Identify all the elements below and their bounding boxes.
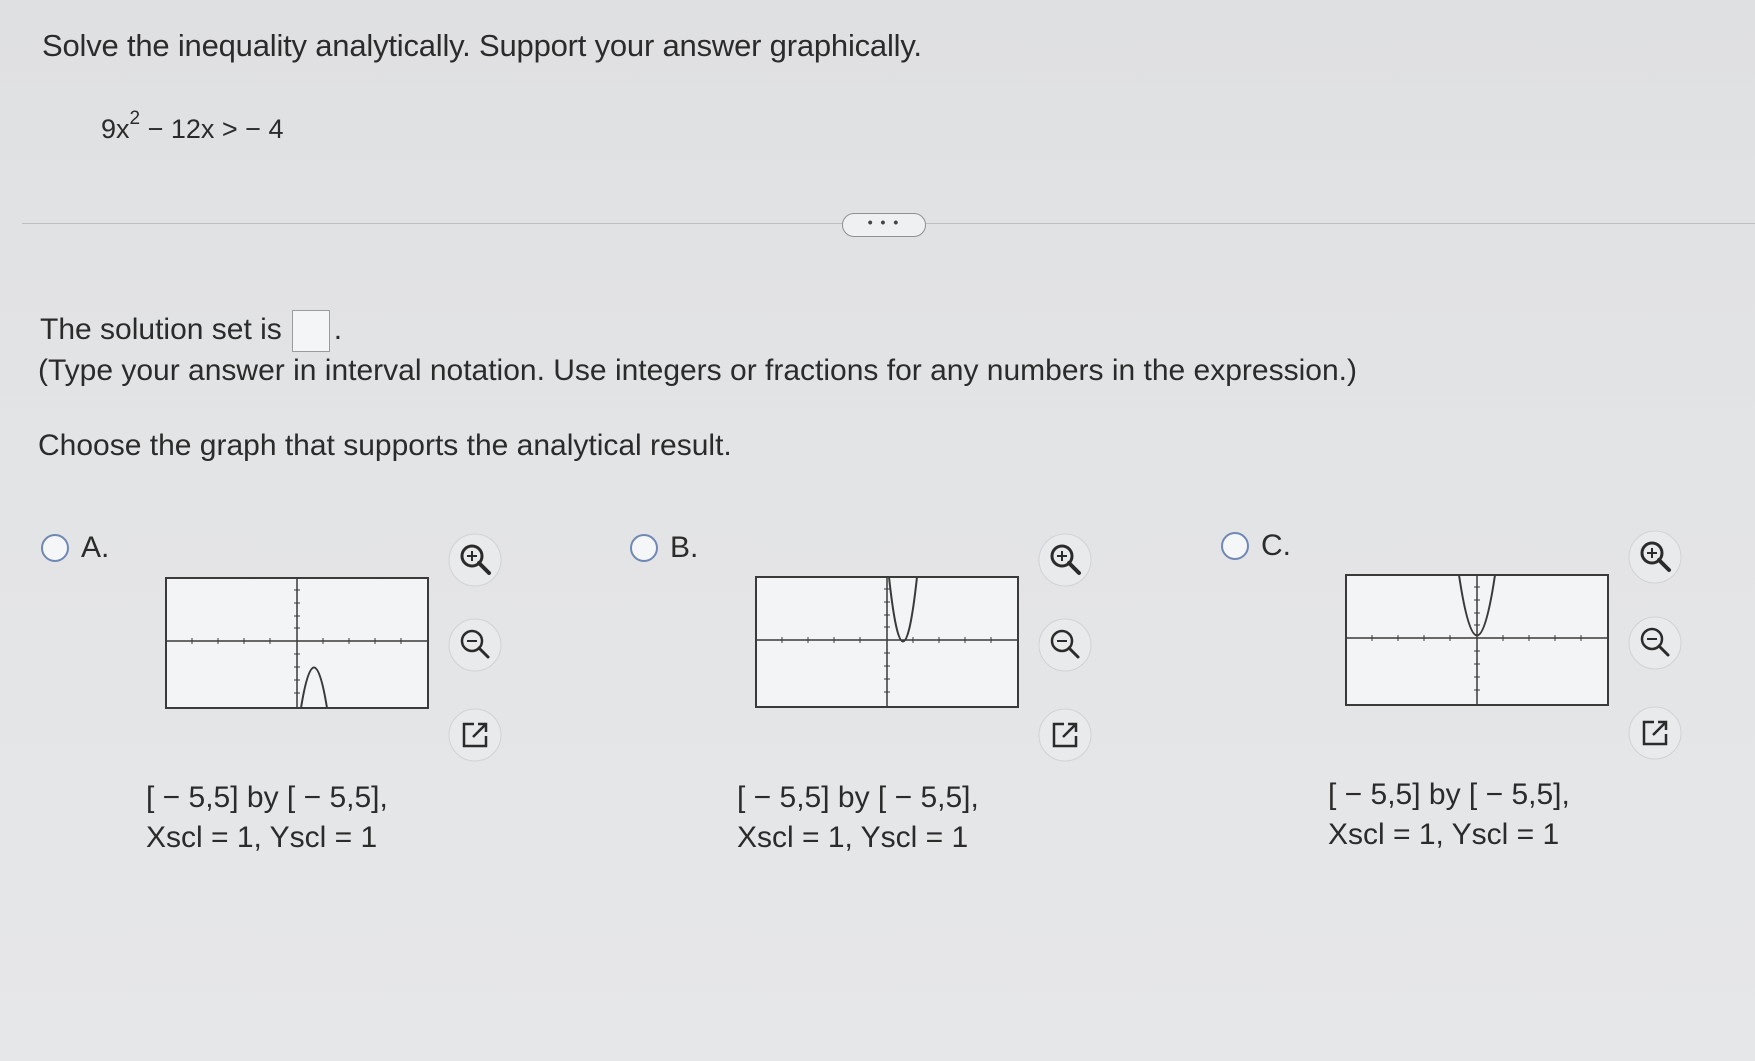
- open-external-icon[interactable]: [1037, 707, 1093, 763]
- zoom-out-icon[interactable]: [447, 617, 503, 673]
- graph-option-b[interactable]: [755, 576, 1019, 708]
- answer-input[interactable]: [291, 310, 330, 352]
- window-scale: Xscl = 1, Yscl = 1: [1328, 818, 1560, 851]
- solution-line: The solution set is.: [40, 310, 342, 352]
- window-scale: Xscl = 1, Yscl = 1: [146, 821, 378, 854]
- graph-option-a[interactable]: [165, 577, 429, 709]
- solution-period: .: [333, 312, 343, 346]
- option-a[interactable]: A.: [41, 531, 109, 565]
- window-range: [ − 5,5] by [ − 5,5],: [146, 781, 388, 814]
- equation-term: 9x: [101, 114, 130, 144]
- zoom-out-icon[interactable]: [1037, 617, 1093, 673]
- window-range: [ − 5,5] by [ − 5,5],: [737, 781, 979, 814]
- zoom-in-icon[interactable]: [1037, 532, 1093, 588]
- window-settings-b: [ − 5,5] by [ − 5,5], Xscl = 1, Yscl = 1: [737, 778, 979, 858]
- radio-option-a[interactable]: [41, 534, 69, 562]
- option-a-label: A.: [81, 531, 110, 564]
- window-settings-a: [ − 5,5] by [ − 5,5], Xscl = 1, Yscl = 1: [146, 778, 388, 858]
- zoom-out-icon[interactable]: [1627, 615, 1683, 671]
- option-c-label: C.: [1261, 529, 1291, 562]
- zoom-in-icon[interactable]: [447, 532, 503, 588]
- answer-instruction: (Type your answer in interval notation. …: [38, 354, 1357, 387]
- more-button[interactable]: • • •: [842, 213, 926, 237]
- equation-rest: − 12x > − 4: [140, 114, 284, 144]
- open-external-icon[interactable]: [1627, 705, 1683, 761]
- graph-option-c[interactable]: [1345, 574, 1609, 706]
- open-external-icon[interactable]: [447, 707, 503, 763]
- inequality: 9x2 − 12x > − 4: [101, 108, 284, 145]
- window-scale: Xscl = 1, Yscl = 1: [737, 821, 969, 854]
- solution-label: The solution set is: [40, 312, 282, 346]
- radio-option-b[interactable]: [630, 534, 658, 562]
- radio-option-c[interactable]: [1221, 532, 1249, 560]
- window-range: [ − 5,5] by [ − 5,5],: [1328, 778, 1570, 811]
- window-settings-c: [ − 5,5] by [ − 5,5], Xscl = 1, Yscl = 1: [1328, 775, 1570, 855]
- choose-prompt: Choose the graph that supports the analy…: [38, 429, 732, 462]
- option-b[interactable]: B.: [630, 531, 698, 565]
- zoom-in-icon[interactable]: [1627, 529, 1683, 585]
- option-b-label: B.: [670, 531, 699, 564]
- option-c[interactable]: C.: [1221, 529, 1291, 563]
- equation-exponent: 2: [129, 108, 141, 129]
- question-title: Solve the inequality analytically. Suppo…: [42, 28, 922, 63]
